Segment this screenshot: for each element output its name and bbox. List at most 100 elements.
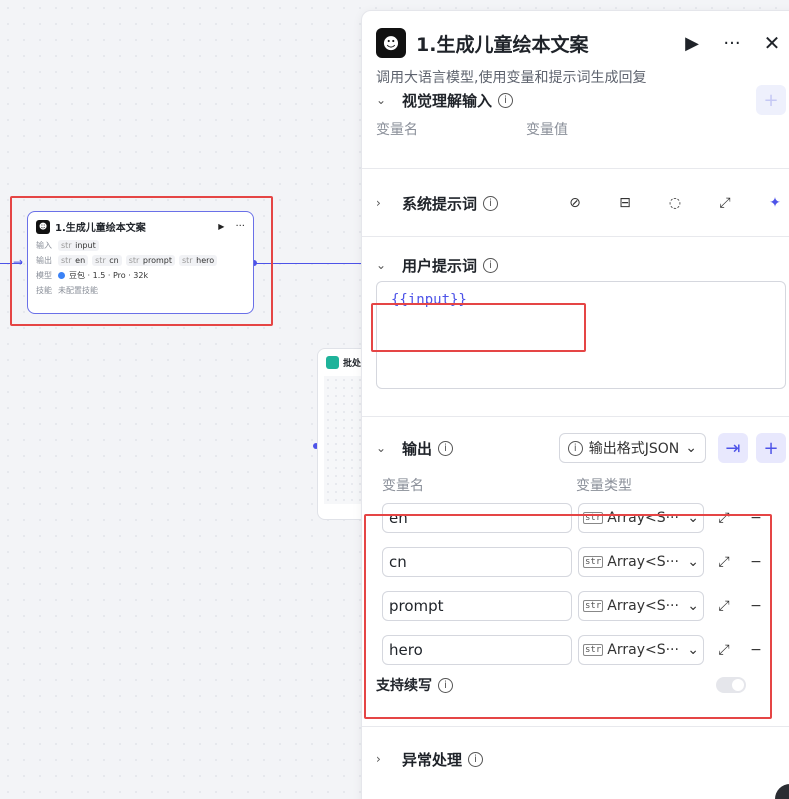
output-col-type: 变量类型	[576, 478, 632, 494]
type-label: Array<S···	[607, 642, 679, 658]
output-row: en str Array<S··· ⌄ ⤢ −	[382, 503, 786, 533]
panel-title: 1.生成儿童绘本文案	[416, 33, 589, 56]
lightbulb-icon[interactable]: ◌	[664, 192, 686, 214]
chip-text: prompt	[142, 256, 172, 265]
output-col-name: 变量名	[382, 478, 424, 494]
node-outputs-row: 输出 str en str cn str prompt str hero	[36, 255, 245, 266]
chevron-down-icon: ⌄	[687, 510, 699, 526]
run-icon[interactable]: ▶	[218, 222, 224, 231]
str-tag-icon: str	[583, 600, 604, 612]
vision-col-name: 变量名	[376, 122, 418, 138]
bot-icon: ☻	[376, 28, 406, 58]
str-tag-icon: str	[583, 556, 604, 568]
output-row: cn str Array<S··· ⌄ ⤢ −	[382, 547, 786, 577]
user-prompt-editor[interactable]: {{input}}	[376, 281, 786, 389]
info-icon[interactable]: i	[468, 751, 484, 767]
add-vision-button[interactable]: +	[756, 85, 786, 115]
node-output-chip: str en	[58, 255, 89, 266]
node-title: 1.生成儿童绘本文案	[55, 223, 146, 234]
expand-icon[interactable]: ⤢	[712, 550, 736, 574]
node-output-chip: str hero	[178, 255, 218, 266]
type-label: Array<S···	[607, 598, 679, 614]
exception-section: › 异常处理 i	[362, 727, 789, 787]
output-name-input[interactable]: hero	[382, 635, 572, 665]
info-icon[interactable]: i	[498, 92, 514, 108]
add-output-button[interactable]: +	[756, 433, 786, 463]
continue-label: 支持续写	[376, 678, 432, 694]
chevron-down-icon: ⌄	[687, 598, 699, 614]
output-type-select[interactable]: str Array<S··· ⌄	[578, 635, 704, 665]
info-icon[interactable]: i	[483, 257, 499, 273]
library-icon[interactable]: ⊟	[614, 192, 636, 214]
ai-sparkle-icon[interactable]: ✦	[764, 192, 786, 214]
close-button[interactable]: ✕	[758, 29, 786, 57]
chevron-down-icon[interactable]: ⌄	[376, 441, 392, 455]
chevron-down-icon[interactable]: ⌄	[376, 93, 392, 107]
type-label: Array<S···	[607, 554, 679, 570]
chevron-right-icon[interactable]: ›	[376, 752, 392, 766]
node-input-chip: str input	[58, 240, 99, 251]
continue-toggle[interactable]	[716, 677, 746, 693]
vision-col-value: 变量值	[526, 122, 568, 138]
vision-title: 视觉理解输入	[402, 91, 493, 110]
chip-text: en	[75, 256, 86, 265]
output-title: 输出	[402, 439, 433, 458]
expand-icon[interactable]: ⤢	[712, 594, 736, 618]
remove-icon[interactable]: −	[744, 506, 768, 530]
type-label: Array<S···	[607, 510, 679, 526]
output-type-select[interactable]: str Array<S··· ⌄	[578, 503, 704, 533]
exception-title: 异常处理	[402, 750, 463, 769]
system-prompt-section: › 系统提示词 i ⊘ ⊟ ◌ ⤢ ✦	[362, 169, 789, 237]
output-format-select[interactable]: i 输出格式JSON ⌄	[558, 433, 706, 463]
llm-node-card[interactable]: ☻ 1.生成儿童绘本文案 ▶ ··· 输入 str input 输出 str e…	[27, 211, 254, 314]
node-skill-value: 未配置技能	[58, 286, 98, 295]
expand-icon[interactable]: ⤢	[714, 192, 736, 214]
chevron-down-icon: ⌄	[685, 440, 697, 456]
info-icon[interactable]: i	[438, 440, 454, 456]
chip-text: input	[75, 241, 96, 250]
chevron-right-icon[interactable]: ›	[376, 196, 392, 210]
compass-icon[interactable]: ⊘	[564, 192, 586, 214]
chip-text: hero	[196, 256, 215, 265]
bot-icon: ☻	[36, 219, 50, 234]
str-tag-icon: str	[583, 512, 604, 524]
edge-arrow-icon: →	[13, 255, 24, 269]
node-output-label: 输出	[36, 256, 52, 265]
remove-icon[interactable]: −	[744, 550, 768, 574]
str-tag-icon: str	[128, 256, 140, 265]
str-tag-icon: str	[61, 241, 72, 250]
output-format-label: 输出格式JSON	[588, 441, 680, 457]
user-title: 用户提示词	[402, 256, 478, 275]
str-tag-icon: str	[181, 256, 193, 265]
chevron-down-icon: ⌄	[687, 642, 699, 658]
run-button[interactable]: ▶	[678, 29, 706, 57]
edge-out	[254, 263, 364, 264]
expand-icon[interactable]: ⤢	[712, 506, 736, 530]
remove-icon[interactable]: −	[744, 594, 768, 618]
remove-icon[interactable]: −	[744, 638, 768, 662]
more-icon[interactable]: ···	[235, 221, 245, 232]
model-logo-icon	[58, 272, 65, 279]
more-button[interactable]: ···	[718, 29, 746, 57]
info-icon[interactable]: i	[483, 195, 499, 211]
output-name-input[interactable]: en	[382, 503, 572, 533]
info-icon[interactable]: i	[438, 677, 453, 693]
node-output-chip: str cn	[92, 255, 122, 266]
expand-icon[interactable]: ⤢	[712, 638, 736, 662]
node-config-panel: ☻ 1.生成儿童绘本文案 ▶ ··· ✕ 调用大语言模型,使用变量和提示词生成回…	[361, 10, 789, 799]
output-type-select[interactable]: str Array<S··· ⌄	[578, 547, 704, 577]
import-button[interactable]: ⇥	[718, 433, 748, 463]
info-icon: i	[567, 440, 583, 456]
output-name-input[interactable]: prompt	[382, 591, 572, 621]
output-type-select[interactable]: str Array<S··· ⌄	[578, 591, 704, 621]
output-name-input[interactable]: cn	[382, 547, 572, 577]
node-model-label: 模型	[36, 271, 52, 280]
node-skill-label: 技能	[36, 286, 52, 295]
user-prompt-section: ⌄ 用户提示词 i {{input}}	[362, 237, 789, 417]
chevron-down-icon[interactable]: ⌄	[376, 258, 392, 272]
str-tag-icon: str	[95, 256, 106, 265]
node-model-value: 豆包 · 1.5 · Pro · 32k	[69, 271, 149, 280]
vision-input-section: ⌄ 视觉理解输入 i + 变量名 变量值	[362, 85, 789, 169]
chip-text: cn	[109, 256, 119, 265]
output-section: ⌄ 输出 i i 输出格式JSON ⌄ ⇥ + 变量名 变量类型 en str A…	[362, 417, 789, 727]
